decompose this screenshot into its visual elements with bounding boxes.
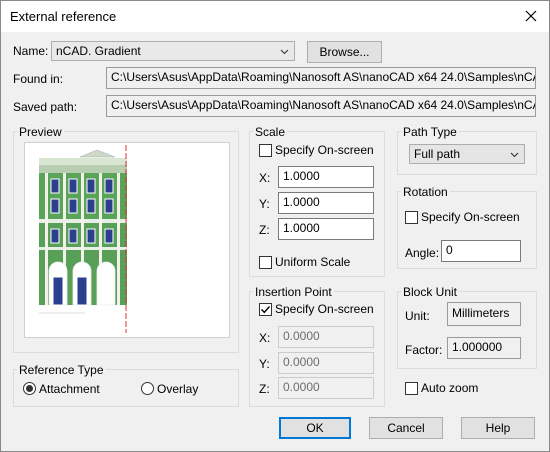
chevron-down-icon	[280, 45, 289, 59]
cancel-button[interactable]: Cancel	[369, 417, 443, 439]
saved-path-field: C:\Users\Asus\AppData\Roaming\Nanosoft A…	[106, 95, 536, 117]
found-in-label: Found in:	[13, 72, 64, 86]
factor-value: 1.000000	[447, 337, 521, 359]
insertion-y-input[interactable]: 0.0000	[278, 352, 374, 374]
attachment-label: Attachment	[39, 382, 100, 396]
name-label: Name:	[13, 44, 49, 58]
scale-y-input[interactable]: 1.0000	[278, 192, 374, 214]
insertion-x-label: X:	[259, 331, 271, 345]
name-dropdown-value: nCAD. Gradient	[56, 44, 141, 58]
path-type-value: Full path	[414, 147, 461, 161]
uniform-scale-label: Uniform Scale	[275, 255, 351, 269]
scale-specify-label: Specify On-screen	[275, 143, 374, 157]
overlay-label: Overlay	[157, 382, 199, 396]
radio-selected-dot	[26, 385, 33, 392]
overlay-radio[interactable]	[141, 382, 154, 395]
browse-button[interactable]: Browse...	[307, 41, 382, 63]
angle-input[interactable]: 0	[441, 240, 521, 262]
attachment-radio[interactable]	[23, 382, 36, 395]
insertion-z-label: Z:	[259, 382, 270, 396]
preview-label: Preview	[17, 125, 64, 139]
scale-x-input[interactable]: 1.0000	[278, 166, 374, 188]
factor-label: Factor:	[405, 343, 443, 357]
found-in-path: C:\Users\Asus\AppData\Roaming\Nanosoft A…	[106, 67, 536, 89]
unit-label: Unit:	[405, 309, 430, 323]
scale-specify-checkbox[interactable]	[259, 144, 272, 157]
auto-zoom-label: Auto zoom	[421, 381, 479, 395]
scale-y-label: Y:	[259, 197, 270, 211]
insertion-y-label: Y:	[259, 357, 270, 371]
help-button[interactable]: Help	[461, 417, 535, 439]
insertion-x-input[interactable]: 0.0000	[278, 326, 374, 348]
preview-image	[24, 142, 230, 338]
dialog-title: External reference	[10, 9, 117, 24]
ok-button[interactable]: OK	[279, 417, 351, 439]
unit-value: Millimeters	[447, 302, 521, 326]
scale-z-input[interactable]: 1.0000	[278, 218, 374, 240]
path-type-label: Path Type	[401, 125, 459, 139]
auto-zoom-checkbox[interactable]	[405, 382, 418, 395]
rotation-specify-label: Specify On-screen	[421, 210, 520, 224]
building-facade-drawing	[39, 145, 127, 333]
reference-type-label: Reference Type	[17, 363, 106, 377]
block-unit-label: Block Unit	[401, 285, 460, 299]
rotation-label: Rotation	[401, 185, 450, 199]
scale-x-label: X:	[259, 171, 271, 185]
rotation-specify-checkbox[interactable]	[405, 211, 418, 224]
insertion-z-input[interactable]: 0.0000	[278, 377, 374, 399]
insertion-specify-label: Specify On-screen	[275, 302, 374, 316]
uniform-scale-checkbox[interactable]	[259, 256, 272, 269]
insertion-specify-checkbox[interactable]	[259, 303, 272, 316]
scale-label: Scale	[253, 125, 288, 139]
path-type-dropdown[interactable]: Full path	[409, 144, 525, 164]
external-reference-dialog: External reference Name: nCAD. Gradient …	[0, 0, 550, 452]
angle-label: Angle:	[405, 246, 440, 260]
title-bar: External reference	[1, 1, 549, 32]
insertion-point-label: Insertion Point	[253, 285, 334, 299]
scale-z-label: Z:	[259, 223, 270, 237]
saved-path-label: Saved path:	[13, 100, 78, 114]
checkmark-icon	[261, 306, 271, 314]
name-dropdown[interactable]: nCAD. Gradient	[51, 41, 295, 61]
chevron-down-icon	[510, 148, 519, 162]
close-icon[interactable]	[519, 4, 543, 28]
